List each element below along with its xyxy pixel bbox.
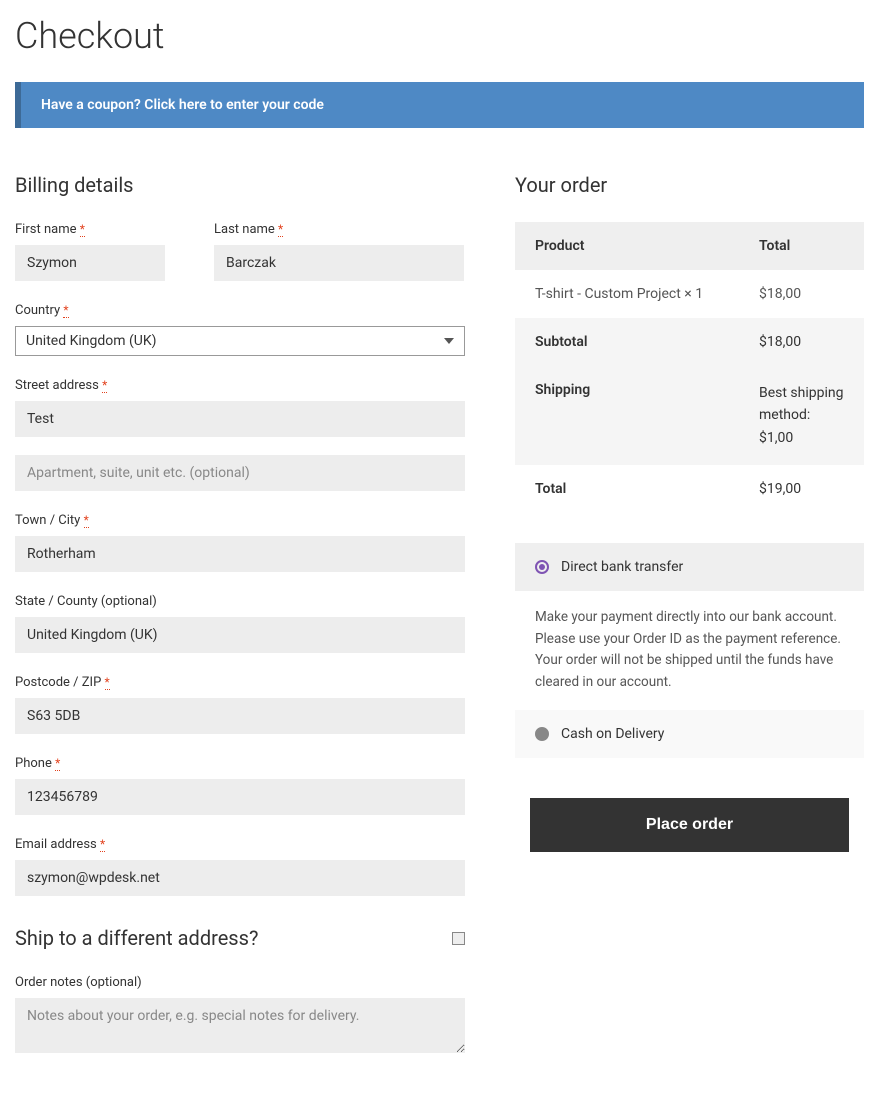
email-label: Email address * xyxy=(15,837,465,852)
item-total: $18,00 xyxy=(759,286,844,302)
city-label: Town / City * xyxy=(15,513,465,528)
phone-label: Phone * xyxy=(15,756,465,771)
coupon-banner[interactable]: Have a coupon? Click here to enter your … xyxy=(15,82,864,128)
country-select[interactable]: United Kingdom (UK) xyxy=(15,326,465,356)
order-table: Product Total T-shirt - Custom Project ×… xyxy=(515,222,864,513)
first-name-input[interactable] xyxy=(15,245,165,281)
shipping-label: Shipping xyxy=(535,382,759,449)
page-title: Checkout xyxy=(15,15,864,57)
required-mark: * xyxy=(105,675,110,690)
email-input[interactable] xyxy=(15,860,465,896)
payment-bank-desc: Make your payment directly into our bank… xyxy=(515,591,864,709)
item-name: T-shirt - Custom Project × 1 xyxy=(535,286,759,302)
first-name-label: First name * xyxy=(15,222,165,237)
last-name-input[interactable] xyxy=(214,245,464,281)
total-label: Total xyxy=(535,481,759,497)
radio-icon xyxy=(535,560,549,574)
payment-option-cod[interactable]: Cash on Delivery xyxy=(515,710,864,758)
required-mark: * xyxy=(278,222,283,237)
total-value: $19,00 xyxy=(759,481,844,497)
ship-different-heading: Ship to a different address? xyxy=(15,926,258,950)
col-total: Total xyxy=(759,238,844,254)
street-label: Street address * xyxy=(15,378,465,393)
street-input[interactable] xyxy=(15,401,465,437)
payment-bank-label: Direct bank transfer xyxy=(561,559,683,575)
subtotal-value: $18,00 xyxy=(759,334,844,350)
payment-methods: Direct bank transfer Make your payment d… xyxy=(515,543,864,757)
state-label: State / County (optional) xyxy=(15,594,465,609)
required-mark: * xyxy=(63,303,68,318)
required-mark: * xyxy=(84,513,89,528)
state-input[interactable] xyxy=(15,617,465,653)
required-mark: * xyxy=(102,378,107,393)
coupon-link-text: Click here to enter your code xyxy=(144,97,324,113)
ship-different-checkbox[interactable] xyxy=(452,932,465,945)
phone-input[interactable] xyxy=(15,779,465,815)
coupon-question: Have a coupon? xyxy=(41,97,141,113)
order-heading: Your order xyxy=(515,173,864,197)
street2-input[interactable] xyxy=(15,455,465,491)
postcode-label: Postcode / ZIP * xyxy=(15,675,465,690)
subtotal-label: Subtotal xyxy=(535,334,759,350)
city-input[interactable] xyxy=(15,536,465,572)
required-mark: * xyxy=(55,756,60,771)
postcode-input[interactable] xyxy=(15,698,465,734)
last-name-label: Last name * xyxy=(214,222,464,237)
payment-option-bank[interactable]: Direct bank transfer xyxy=(515,543,864,591)
country-label: Country * xyxy=(15,303,465,318)
order-notes-input[interactable] xyxy=(15,998,465,1053)
required-mark: * xyxy=(80,222,85,237)
payment-cod-label: Cash on Delivery xyxy=(561,726,664,742)
order-notes-label: Order notes (optional) xyxy=(15,975,465,990)
place-order-button[interactable]: Place order xyxy=(530,798,849,852)
radio-icon xyxy=(535,727,549,741)
billing-heading: Billing details xyxy=(15,173,465,197)
col-product: Product xyxy=(535,238,759,254)
country-value: United Kingdom (UK) xyxy=(26,333,157,349)
required-mark: * xyxy=(100,837,105,852)
shipping-value: Best shipping method: $1,00 xyxy=(759,382,844,449)
